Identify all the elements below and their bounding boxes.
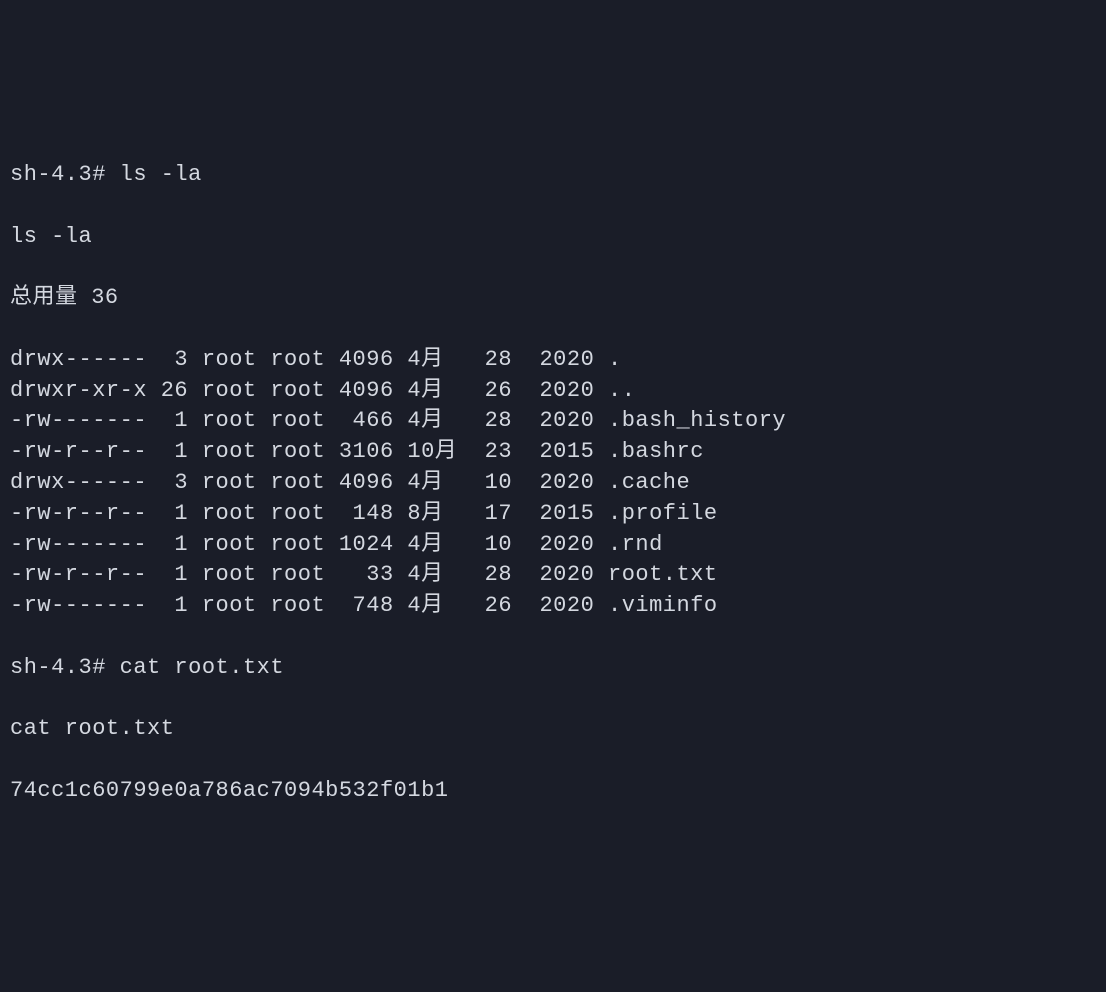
file-listing: drwx------ 3 root root 4096 4月 28 2020 .… [10,345,1096,622]
command-cat: cat root.txt [120,655,284,680]
cat-output: 74cc1c60799e0a786ac7094b532f01b1 [10,776,1096,807]
echo-line: ls -la [10,222,1096,253]
total-line: 总用量 36 [10,283,1096,314]
file-row: -rw-r--r-- 1 root root 33 4月 28 2020 roo… [10,560,1096,591]
file-row: drwx------ 3 root root 4096 4月 28 2020 . [10,345,1096,376]
prompt-line-2[interactable]: sh-4.3# cat root.txt [10,653,1096,684]
command-ls: ls -la [120,162,202,187]
file-row: -rw-r--r-- 1 root root 3106 10月 23 2015 … [10,437,1096,468]
file-row: -rw------- 1 root root 466 4月 28 2020 .b… [10,406,1096,437]
file-row: drwxr-xr-x 26 root root 4096 4月 26 2020 … [10,376,1096,407]
cat-echo: cat root.txt [10,714,1096,745]
file-row: -rw------- 1 root root 748 4月 26 2020 .v… [10,591,1096,622]
file-row: -rw-r--r-- 1 root root 148 8月 17 2015 .p… [10,499,1096,530]
file-row: drwx------ 3 root root 4096 4月 10 2020 .… [10,468,1096,499]
shell-prompt: sh-4.3# [10,655,120,680]
file-row: -rw------- 1 root root 1024 4月 10 2020 .… [10,530,1096,561]
terminal-output: sh-4.3# ls -la ls -la 总用量 36 drwx------ … [10,129,1096,837]
shell-prompt: sh-4.3# [10,162,120,187]
prompt-line-1[interactable]: sh-4.3# ls -la [10,160,1096,191]
